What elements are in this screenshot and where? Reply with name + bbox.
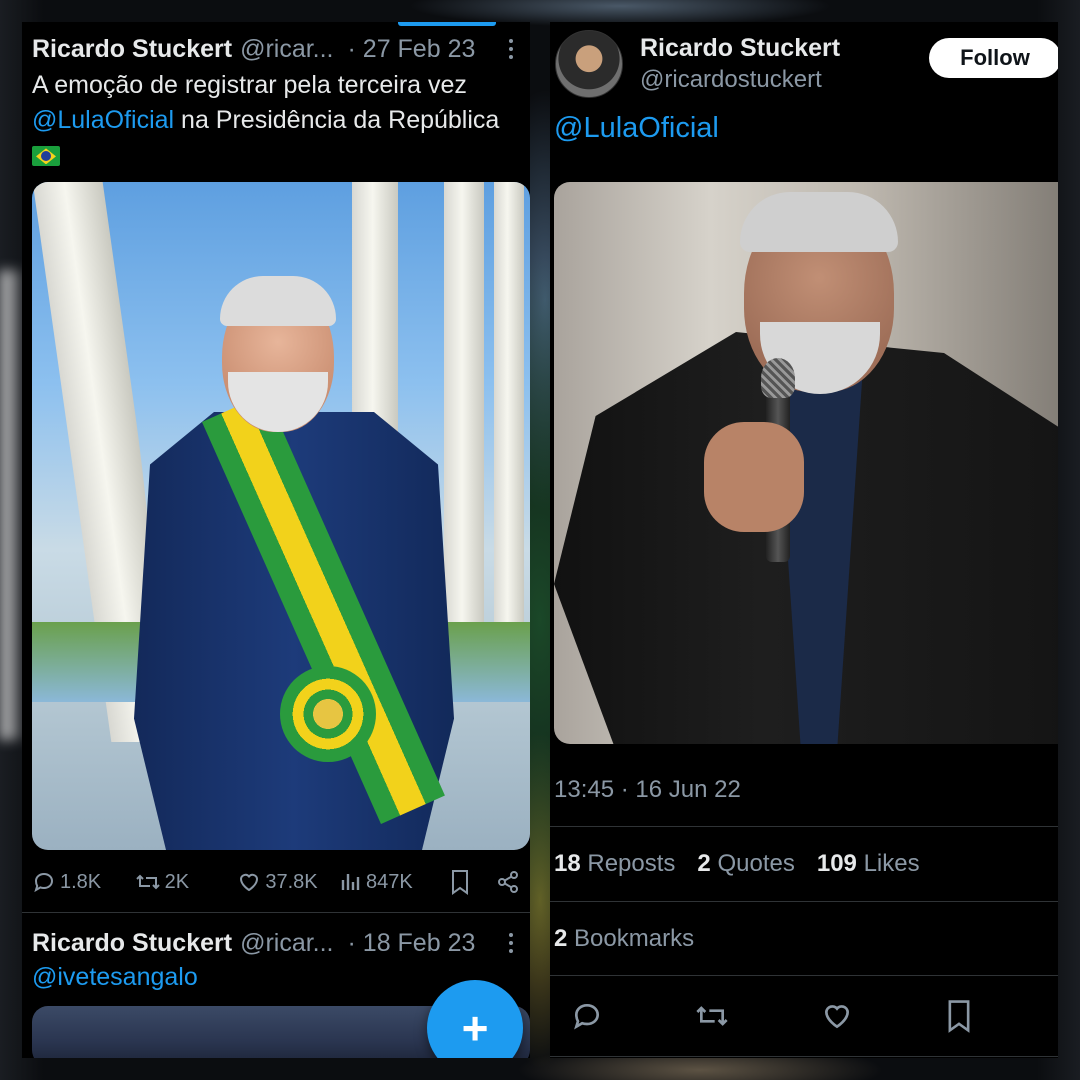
repost-icon[interactable] bbox=[694, 1000, 730, 1032]
post-text-line: A emoção de registrar pela terceira vez bbox=[32, 71, 467, 99]
follow-button[interactable]: Follow bbox=[929, 38, 1058, 78]
author-name[interactable]: Ricardo Stuckert bbox=[640, 34, 840, 63]
more-options-icon[interactable] bbox=[502, 39, 520, 59]
more-options-icon[interactable] bbox=[502, 933, 520, 953]
reply-count: 1.8K bbox=[60, 870, 102, 893]
heart-icon bbox=[237, 870, 261, 894]
likes-count: 109 bbox=[816, 850, 857, 877]
repost-icon bbox=[135, 870, 161, 894]
divider bbox=[550, 975, 1058, 976]
post-photo-president-sash[interactable] bbox=[32, 182, 530, 850]
avatar[interactable] bbox=[555, 30, 623, 98]
bookmark-icon[interactable] bbox=[944, 999, 974, 1033]
views-button[interactable]: 847K bbox=[340, 870, 449, 894]
repost-button[interactable]: 2K bbox=[135, 870, 238, 894]
reposts-label: Reposts bbox=[587, 850, 676, 877]
mention-link[interactable]: @ivetesangalo bbox=[32, 963, 198, 991]
post-header: Ricardo Stuckert @ricar... · 18 Feb 23 bbox=[32, 926, 520, 960]
post-date[interactable]: · 27 Feb 23 bbox=[348, 35, 476, 64]
views-count: 847K bbox=[366, 870, 413, 893]
author-name[interactable]: Ricardo Stuckert bbox=[32, 929, 232, 958]
reply-button[interactable]: 1.8K bbox=[32, 870, 135, 894]
mention-link[interactable]: @LulaOficial bbox=[554, 112, 719, 145]
post-detail-panel: Ricardo Stuckert @ricardostuckert Follow… bbox=[550, 22, 1058, 1058]
post-date[interactable]: · 18 Feb 23 bbox=[348, 929, 476, 958]
author-handle[interactable]: @ricardostuckert bbox=[640, 66, 822, 94]
bookmarks-label: Bookmarks bbox=[574, 925, 695, 952]
engagement-stats: 18 Reposts 2 Quotes 109 Likes bbox=[554, 850, 920, 878]
author-handle[interactable]: @ricar... bbox=[240, 929, 333, 958]
brazil-flag-icon bbox=[32, 146, 60, 167]
active-tab-indicator bbox=[398, 22, 496, 26]
post-header: Ricardo Stuckert @ricar... · 27 Feb 23 bbox=[32, 32, 520, 66]
author-name[interactable]: Ricardo Stuckert bbox=[32, 35, 232, 64]
post-text: A emoção de registrar pela terceira vez … bbox=[32, 68, 530, 173]
like-count: 37.8K bbox=[265, 870, 318, 893]
bookmarks-count: 2 bbox=[554, 925, 568, 952]
likes-stat[interactable]: 109 Likes bbox=[817, 850, 920, 878]
timeline-panel: Ricardo Stuckert @ricar... · 27 Feb 23 A… bbox=[22, 22, 530, 1058]
post-text-line: na Presidência da República bbox=[174, 106, 500, 134]
post-photo-speech[interactable] bbox=[554, 182, 1058, 744]
post-timestamp[interactable]: 13:45 · 16 Jun 22 bbox=[554, 776, 741, 804]
post-action-bar bbox=[570, 996, 974, 1036]
post-action-bar: 1.8K 2K 37.8K 847K bbox=[32, 862, 520, 902]
reposts-count: 18 bbox=[554, 850, 581, 877]
author-handle[interactable]: @ricar... bbox=[240, 35, 333, 64]
repost-count: 2K bbox=[164, 870, 190, 893]
divider bbox=[550, 1056, 1058, 1057]
reply-icon[interactable] bbox=[570, 1000, 604, 1032]
bookmarks-stat[interactable]: 2 Bookmarks bbox=[554, 925, 694, 953]
share-icon bbox=[496, 870, 520, 894]
bookmark-icon bbox=[449, 869, 471, 895]
compose-plus-icon: + bbox=[461, 1002, 489, 1054]
like-button[interactable]: 37.8K bbox=[237, 870, 340, 894]
divider bbox=[550, 901, 1058, 902]
divider bbox=[550, 826, 1058, 827]
views-chart-icon bbox=[340, 870, 362, 894]
heart-icon[interactable] bbox=[820, 1000, 854, 1032]
likes-label: Likes bbox=[863, 850, 920, 877]
quotes-stat[interactable]: 2 Quotes bbox=[697, 850, 794, 878]
divider bbox=[22, 912, 530, 913]
reply-icon bbox=[32, 870, 56, 894]
share-button[interactable] bbox=[496, 870, 520, 894]
bookmark-button[interactable] bbox=[449, 869, 496, 895]
reposts-stat[interactable]: 18 Reposts bbox=[554, 850, 675, 878]
mention-link[interactable]: @LulaOficial bbox=[32, 106, 174, 134]
quotes-label: Quotes bbox=[717, 850, 795, 877]
quotes-count: 2 bbox=[697, 850, 711, 877]
